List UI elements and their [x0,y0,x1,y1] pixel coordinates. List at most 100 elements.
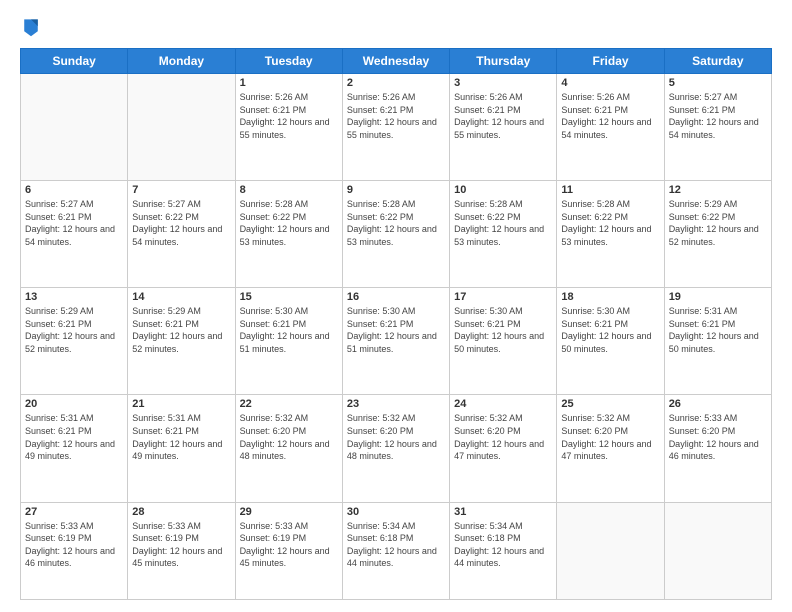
calendar-cell: 30 Sunrise: 5:34 AM Sunset: 6:18 PM Dayli… [342,502,449,599]
day-info: Sunrise: 5:30 AM Sunset: 6:21 PM Dayligh… [240,305,338,355]
calendar-cell: 23Sunrise: 5:32 AM Sunset: 6:20 PM Dayli… [342,395,449,502]
day-number: 31 [454,506,552,518]
calendar-cell: 24 Sunrise: 5:32 AM Sunset: 6:20 PM Dayli… [450,395,557,502]
calendar-cell [557,502,664,599]
day-number: 2 [347,77,445,89]
day-number: 19 [669,291,767,303]
calendar-cell: 1 Sunrise: 5:26 AM Sunset: 6:21 PM Daylig… [235,74,342,181]
day-number: 12 [669,184,767,196]
weekday-header-monday: Monday [128,49,235,74]
day-info: Sunrise: 5:26 AM Sunset: 6:21 PM Dayligh… [561,91,659,141]
day-info: Sunrise: 5:29 AM Sunset: 6:22 PM Dayligh… [669,198,767,248]
day-info: Sunrise: 5:28 AM Sunset: 6:22 PM Dayligh… [347,198,445,248]
day-info: Sunrise: 5:28 AM Sunset: 6:22 PM Dayligh… [561,198,659,248]
day-number: 20 [25,398,123,410]
day-info: Sunrise: 5:32 AM Sunset: 6:20 PM Dayligh… [561,412,659,462]
day-info: Sunrise: 5:26 AM Sunset: 6:21 PM Dayligh… [347,91,445,141]
day-number: 9 [347,184,445,196]
calendar-cell: 16 Sunrise: 5:30 AM Sunset: 6:21 PM Dayli… [342,288,449,395]
calendar-week-row: 6 Sunrise: 5:27 AM Sunset: 6:21 PM Daylig… [21,181,772,288]
day-number: 18 [561,291,659,303]
calendar-week-row: 27 Sunrise: 5:33 AM Sunset: 6:19 PM Dayli… [21,502,772,599]
day-number: 17 [454,291,552,303]
calendar-cell [128,74,235,181]
weekday-header-friday: Friday [557,49,664,74]
day-info: Sunrise: 5:32 AM Sunset: 6:20 PM Dayligh… [347,412,445,462]
calendar-cell: 29Sunrise: 5:33 AM Sunset: 6:19 PM Dayli… [235,502,342,599]
calendar-cell: 15 Sunrise: 5:30 AM Sunset: 6:21 PM Dayli… [235,288,342,395]
day-number: 3 [454,77,552,89]
day-info: Sunrise: 5:33 AM Sunset: 6:19 PM Dayligh… [25,520,123,570]
calendar-cell: 25 Sunrise: 5:32 AM Sunset: 6:20 PM Dayli… [557,395,664,502]
calendar-cell: 26 Sunrise: 5:33 AM Sunset: 6:20 PM Dayli… [664,395,771,502]
day-info: Sunrise: 5:28 AM Sunset: 6:22 PM Dayligh… [454,198,552,248]
calendar-cell: 20 Sunrise: 5:31 AM Sunset: 6:21 PM Dayli… [21,395,128,502]
day-number: 15 [240,291,338,303]
page: SundayMondayTuesdayWednesdayThursdayFrid… [0,0,792,612]
day-info: Sunrise: 5:33 AM Sunset: 6:19 PM Dayligh… [240,520,338,570]
day-number: 5 [669,77,767,89]
calendar-cell: 12 Sunrise: 5:29 AM Sunset: 6:22 PM Dayli… [664,181,771,288]
calendar-cell: 10Sunrise: 5:28 AM Sunset: 6:22 PM Dayli… [450,181,557,288]
day-info: Sunrise: 5:27 AM Sunset: 6:21 PM Dayligh… [25,198,123,248]
calendar-cell: 14 Sunrise: 5:29 AM Sunset: 6:21 PM Dayli… [128,288,235,395]
day-number: 25 [561,398,659,410]
day-number: 11 [561,184,659,196]
day-info: Sunrise: 5:30 AM Sunset: 6:21 PM Dayligh… [347,305,445,355]
day-info: Sunrise: 5:34 AM Sunset: 6:18 PM Dayligh… [347,520,445,570]
calendar-cell [664,502,771,599]
calendar-cell: 6 Sunrise: 5:27 AM Sunset: 6:21 PM Daylig… [21,181,128,288]
day-number: 30 [347,506,445,518]
calendar-cell: 18 Sunrise: 5:30 AM Sunset: 6:21 PM Dayli… [557,288,664,395]
day-number: 24 [454,398,552,410]
calendar-cell: 3 Sunrise: 5:26 AM Sunset: 6:21 PM Daylig… [450,74,557,181]
day-info: Sunrise: 5:33 AM Sunset: 6:19 PM Dayligh… [132,520,230,570]
calendar-cell: 17 Sunrise: 5:30 AM Sunset: 6:21 PM Dayli… [450,288,557,395]
weekday-header-saturday: Saturday [664,49,771,74]
day-number: 8 [240,184,338,196]
day-info: Sunrise: 5:31 AM Sunset: 6:21 PM Dayligh… [25,412,123,462]
day-info: Sunrise: 5:29 AM Sunset: 6:21 PM Dayligh… [132,305,230,355]
day-number: 26 [669,398,767,410]
calendar-cell: 8 Sunrise: 5:28 AM Sunset: 6:22 PM Daylig… [235,181,342,288]
weekday-header-wednesday: Wednesday [342,49,449,74]
day-info: Sunrise: 5:32 AM Sunset: 6:20 PM Dayligh… [240,412,338,462]
calendar-cell: 27 Sunrise: 5:33 AM Sunset: 6:19 PM Dayli… [21,502,128,599]
calendar-cell: 28 Sunrise: 5:33 AM Sunset: 6:19 PM Dayli… [128,502,235,599]
day-info: Sunrise: 5:32 AM Sunset: 6:20 PM Dayligh… [454,412,552,462]
day-info: Sunrise: 5:33 AM Sunset: 6:20 PM Dayligh… [669,412,767,462]
calendar-table: SundayMondayTuesdayWednesdayThursdayFrid… [20,48,772,600]
day-number: 16 [347,291,445,303]
day-info: Sunrise: 5:26 AM Sunset: 6:21 PM Dayligh… [454,91,552,141]
day-number: 28 [132,506,230,518]
day-number: 13 [25,291,123,303]
calendar-cell: 31 Sunrise: 5:34 AM Sunset: 6:18 PM Dayli… [450,502,557,599]
weekday-header-tuesday: Tuesday [235,49,342,74]
day-info: Sunrise: 5:30 AM Sunset: 6:21 PM Dayligh… [454,305,552,355]
header [20,16,772,38]
calendar-week-row: 1 Sunrise: 5:26 AM Sunset: 6:21 PM Daylig… [21,74,772,181]
calendar-cell: 19Sunrise: 5:31 AM Sunset: 6:21 PM Dayli… [664,288,771,395]
day-info: Sunrise: 5:34 AM Sunset: 6:18 PM Dayligh… [454,520,552,570]
day-info: Sunrise: 5:26 AM Sunset: 6:21 PM Dayligh… [240,91,338,141]
day-number: 6 [25,184,123,196]
day-info: Sunrise: 5:30 AM Sunset: 6:21 PM Dayligh… [561,305,659,355]
day-info: Sunrise: 5:29 AM Sunset: 6:21 PM Dayligh… [25,305,123,355]
calendar-cell [21,74,128,181]
day-number: 22 [240,398,338,410]
day-number: 1 [240,77,338,89]
calendar-cell: 4Sunrise: 5:26 AM Sunset: 6:21 PM Daylig… [557,74,664,181]
calendar-cell: 5 Sunrise: 5:27 AM Sunset: 6:21 PM Daylig… [664,74,771,181]
day-number: 7 [132,184,230,196]
day-info: Sunrise: 5:28 AM Sunset: 6:22 PM Dayligh… [240,198,338,248]
calendar-cell: 2 Sunrise: 5:26 AM Sunset: 6:21 PM Daylig… [342,74,449,181]
calendar-week-row: 13 Sunrise: 5:29 AM Sunset: 6:21 PM Dayli… [21,288,772,395]
logo-icon [22,16,40,38]
day-info: Sunrise: 5:27 AM Sunset: 6:21 PM Dayligh… [669,91,767,141]
calendar-week-row: 20 Sunrise: 5:31 AM Sunset: 6:21 PM Dayli… [21,395,772,502]
day-info: Sunrise: 5:31 AM Sunset: 6:21 PM Dayligh… [132,412,230,462]
day-number: 14 [132,291,230,303]
calendar-cell: 22 Sunrise: 5:32 AM Sunset: 6:20 PM Dayli… [235,395,342,502]
weekday-header-row: SundayMondayTuesdayWednesdayThursdayFrid… [21,49,772,74]
day-number: 27 [25,506,123,518]
